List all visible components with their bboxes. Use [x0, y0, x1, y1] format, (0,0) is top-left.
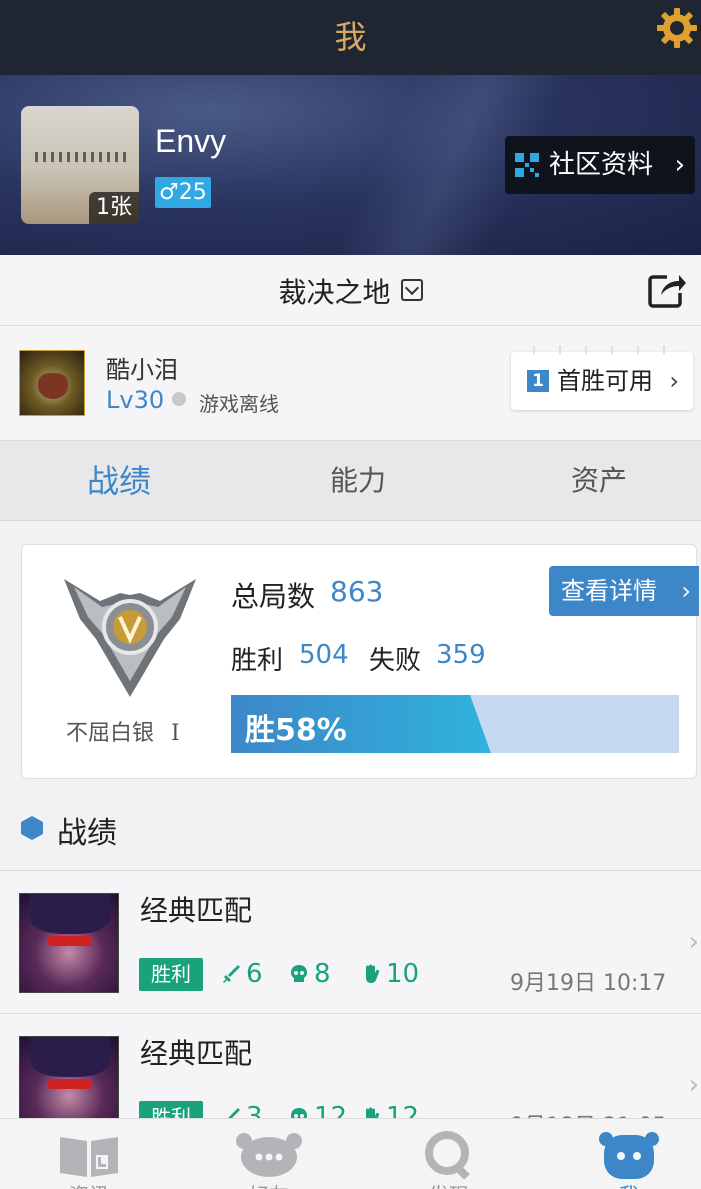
first-win-label: 首胜可用	[557, 367, 653, 395]
rank-tier: I	[171, 721, 180, 746]
chevron-right-icon: ›	[674, 150, 685, 180]
tab-assets[interactable]: 资产	[539, 441, 659, 521]
avatar[interactable]: 1张	[21, 106, 139, 224]
first-win-button[interactable]: 1 首胜可用 ›	[511, 346, 693, 410]
nickname: Envy	[155, 123, 227, 159]
losses-value: 359	[436, 640, 486, 670]
win-rate-text: 胜58%	[245, 713, 347, 748]
tab-bar: 战绩 能力 资产	[0, 441, 701, 521]
page-title: 我	[334, 18, 367, 56]
chevron-right-icon: ›	[688, 927, 699, 957]
summoner-icon	[19, 350, 85, 416]
book-icon	[60, 1137, 118, 1177]
nav-me[interactable]: 我	[559, 1119, 699, 1189]
summoner-name: 酷小泪	[106, 356, 178, 384]
match-time: 9月19日 10:17	[510, 971, 667, 996]
profile-banner: 1张 Envy ♂25 社区资料 ›	[0, 75, 701, 255]
server-name: 裁决之地	[278, 276, 391, 309]
total-games-value: 863	[330, 575, 384, 608]
dropdown-icon	[400, 279, 423, 301]
community-profile-button[interactable]: 社区资料 ›	[505, 136, 695, 194]
server-selector[interactable]: 裁决之地	[0, 271, 701, 311]
wins-label: 胜利	[231, 646, 284, 676]
community-profile-label: 社区资料	[549, 150, 654, 180]
avatar-photo	[35, 152, 127, 162]
section-title: 战绩	[57, 816, 117, 851]
tab-record[interactable]: 战绩	[59, 441, 179, 521]
view-details-label: 查看详情	[561, 577, 657, 605]
nav-news-label: 资讯	[19, 1179, 159, 1189]
gear-icon[interactable]	[655, 6, 699, 50]
nav-news[interactable]: 资讯	[19, 1119, 159, 1189]
tab-ability[interactable]: 能力	[298, 441, 418, 521]
hexagon-icon	[21, 816, 43, 840]
game-mode: 经典匹配	[140, 894, 253, 927]
gender-age-badge: ♂25	[155, 177, 211, 208]
sword-icon	[223, 965, 240, 983]
rank-title: 不屈白银	[66, 721, 155, 746]
nav-friends-label: 好友	[199, 1179, 339, 1189]
nav-discover[interactable]: 发现	[379, 1119, 519, 1189]
kills-stat: 6	[222, 959, 263, 989]
chevron-right-icon: ›	[688, 1070, 699, 1100]
nav-me-label: 我	[559, 1179, 699, 1189]
deaths-stat: 8	[290, 959, 331, 989]
friends-icon	[236, 1133, 302, 1177]
me-icon	[599, 1132, 659, 1179]
chevron-right-icon: ›	[681, 577, 691, 605]
nav-discover-label: 发现	[379, 1179, 519, 1189]
stats-card: 不屈白银 I 总局数 863 胜利 504 失败 359 查看详情 › 胜58%	[21, 544, 699, 779]
qr-code-icon	[515, 153, 539, 177]
total-games-label: 总局数	[231, 580, 316, 613]
summoner-level: Lv30	[106, 386, 165, 414]
losses-label: 失败	[369, 646, 422, 676]
view-details-button[interactable]: 查看详情 ›	[549, 566, 699, 616]
top-bar: 我	[0, 0, 701, 75]
deaths-value: 8	[314, 959, 331, 989]
game-status: 游戏离线	[199, 392, 279, 416]
rank-name: 不屈白银 I	[66, 715, 180, 747]
hand-icon	[366, 964, 380, 983]
silver-rank-badge-icon	[64, 579, 196, 697]
character-row[interactable]: 酷小泪 Lv30 游戏离线 1 首胜可用 ›	[0, 326, 701, 441]
discover-icon	[425, 1131, 470, 1179]
assists-value: 10	[386, 959, 420, 989]
champion-portrait	[19, 893, 119, 993]
bottom-nav: 资讯 好友 发现 我	[0, 1118, 701, 1189]
photo-count: 1张	[89, 192, 139, 224]
match-row[interactable]: 经典匹配 胜利 6 8 10 9月19日 10:17 ›	[0, 870, 701, 1013]
offline-status-icon	[172, 392, 186, 406]
record-section-header: 战绩	[0, 800, 701, 870]
server-selector-row: 裁决之地	[0, 255, 701, 326]
share-icon[interactable]	[647, 271, 687, 309]
game-mode: 经典匹配	[140, 1037, 253, 1070]
assists-stat: 10	[362, 959, 419, 989]
win-rate-bar: 胜58%	[231, 695, 679, 753]
chevron-right-icon: ›	[669, 367, 679, 395]
result-badge: 胜利	[139, 958, 203, 991]
nav-friends[interactable]: 好友	[199, 1119, 339, 1189]
calendar-number-icon: 1	[527, 370, 549, 392]
skull-icon	[291, 965, 307, 982]
kills-value: 6	[246, 959, 263, 989]
wins-value: 504	[299, 640, 349, 670]
